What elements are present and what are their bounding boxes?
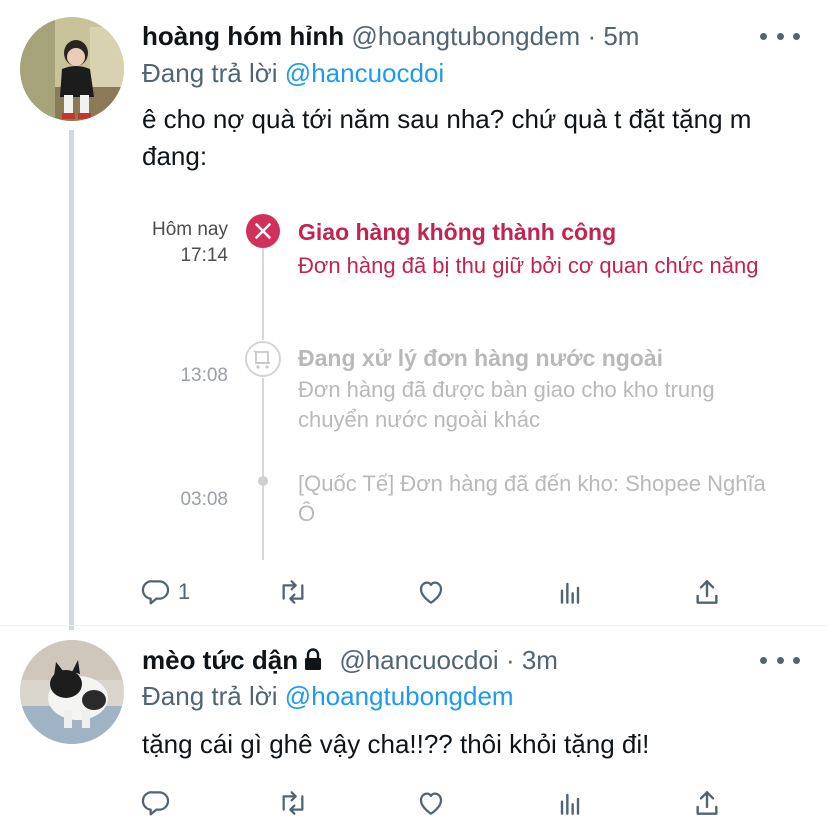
reply-button[interactable] (140, 783, 172, 823)
replying-to: Đang trả lời @hoangtubongdem (142, 679, 514, 713)
reply-count: 1 (178, 579, 191, 604)
tweet-text: tặng cái gì ghê vậy cha!!?? thôi khỏi tặ… (142, 729, 650, 759)
replying-to-link[interactable]: @hoangtubongdem (285, 681, 514, 711)
share-icon (696, 791, 718, 815)
replying-to: Đang trả lời @hancuocdoi (142, 56, 444, 90)
like-icon (419, 792, 443, 815)
retweet-icon (282, 791, 304, 815)
timeline-dot (258, 476, 268, 486)
share-icon (696, 580, 718, 604)
event-desc: [Quốc Tế] Đơn hàng đã đến kho: Shopee Ng… (298, 471, 766, 526)
share-button[interactable] (691, 572, 723, 612)
event-time: 17:14 (180, 245, 228, 266)
replying-to-link[interactable]: @hancuocdoi (285, 58, 444, 88)
reply-icon (141, 791, 170, 816)
replying-to-label: Đang trả lời (142, 681, 278, 711)
event-time: 13:08 (180, 365, 228, 386)
tweet-header: hoàng hóm hỉnh @hoangtubongdem · 5m (142, 19, 639, 53)
more-icon[interactable] (760, 26, 800, 46)
timestamp[interactable]: · 5m (587, 21, 639, 51)
package-icon (244, 340, 282, 378)
event-title: Đang xử lý đơn hàng nước ngoài (298, 345, 664, 371)
avatar[interactable] (20, 17, 124, 121)
share-button[interactable] (691, 783, 723, 823)
timestamp[interactable]: · 3m (506, 645, 558, 675)
tweet-actions (0, 783, 828, 823)
avatar[interactable] (20, 640, 124, 744)
handle[interactable]: @hoangtubongdem (351, 21, 580, 51)
retweet-icon (282, 580, 304, 604)
retweet-button[interactable] (277, 572, 309, 612)
event-day: Hôm nay (151, 219, 228, 240)
divider (0, 625, 828, 626)
like-button[interactable] (415, 572, 447, 612)
attached-image[interactable]: Hôm nay 17:14 Giao hàng không thành công… (140, 200, 780, 560)
analytics-button[interactable] (554, 783, 586, 823)
reply-button[interactable]: 1 (140, 572, 190, 612)
display-name[interactable]: hoàng hóm hỉnh (142, 21, 344, 51)
tweet-header: mèo tức dận @hancuocdoi · 3m (142, 643, 558, 677)
replying-to-label: Đang trả lời (142, 58, 278, 88)
thread-line (69, 130, 74, 630)
reply-icon (141, 580, 170, 605)
event-desc: Đơn hàng đã được bàn giao cho kho trung … (298, 377, 715, 432)
handle[interactable]: @hancuocdoi (339, 645, 498, 675)
like-icon (419, 581, 443, 604)
analytics-icon (560, 793, 580, 815)
tweet-actions: 1 (0, 572, 828, 612)
tweet-text: ê cho nợ quà tới năm sau nha? chứ quà t … (142, 104, 752, 171)
lock-icon (305, 648, 322, 670)
timeline-line (262, 248, 264, 560)
close-x-icon (246, 214, 280, 248)
like-button[interactable] (415, 783, 447, 823)
more-icon[interactable] (760, 650, 800, 670)
display-name[interactable]: mèo tức dận (142, 645, 298, 675)
event-time: 03:08 (180, 489, 228, 510)
analytics-button[interactable] (554, 572, 586, 612)
event-title: Giao hàng không thành công (298, 219, 617, 245)
analytics-icon (560, 582, 580, 604)
retweet-button[interactable] (277, 783, 309, 823)
event-desc: Đơn hàng đã bị thu giữ bởi cơ quan chức … (298, 253, 759, 278)
